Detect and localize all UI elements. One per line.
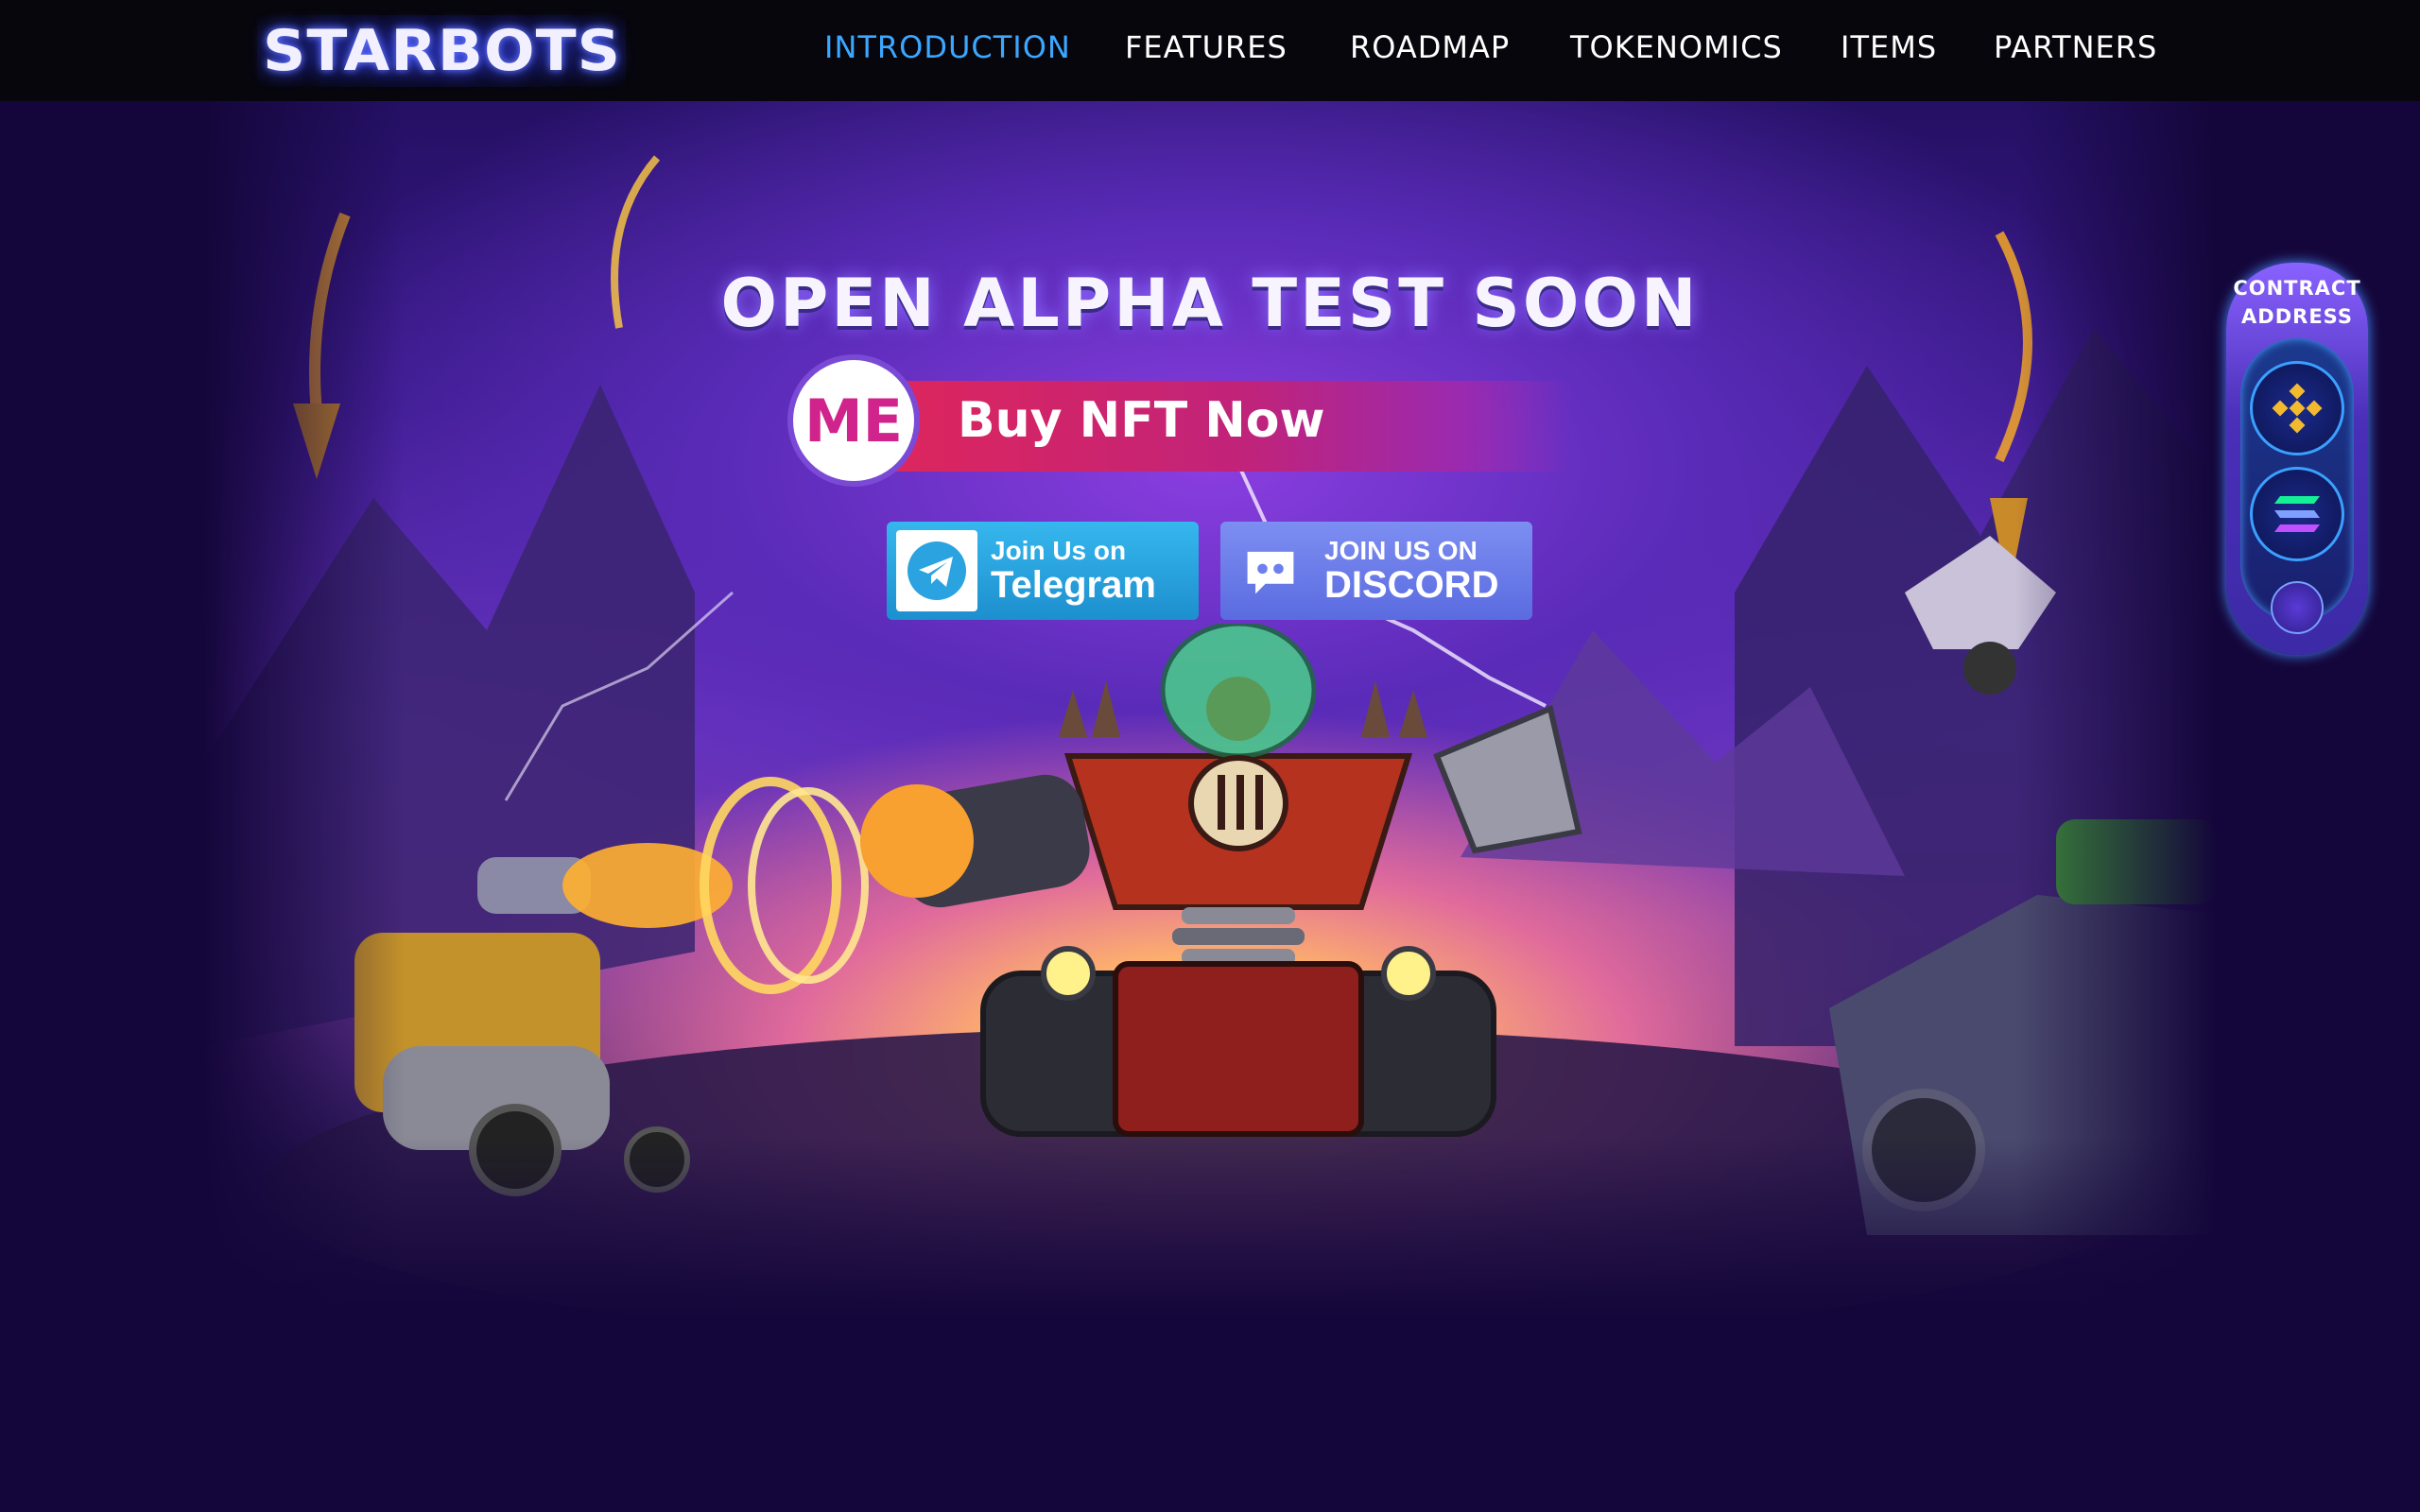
buy-nft-button[interactable]: ME Buy NFT Now — [787, 354, 1619, 487]
nav-tokenomics[interactable]: TOKENOMICS — [1570, 29, 1783, 65]
telegram-icon — [896, 530, 977, 611]
nav-roadmap[interactable]: ROADMAP — [1350, 29, 1510, 65]
discord-icon — [1230, 530, 1311, 611]
headline-open-alpha-test: OPEN ALPHA TEST SOON — [720, 265, 1700, 342]
nav-features[interactable]: FEATURES — [1125, 29, 1288, 65]
telegram-line2: Telegram — [991, 563, 1156, 606]
panel-knob — [2271, 581, 2324, 634]
discord-line2: DISCORD — [1324, 563, 1499, 606]
solana-icon[interactable] — [2250, 467, 2344, 561]
top-navigation-bar: STARBOTS INTRODUCTION FEATURES ROADMAP T… — [0, 0, 2420, 101]
contract-address-panel: CONTRACT ADDRESS — [2226, 263, 2368, 655]
contract-title-line2: ADDRESS — [2241, 305, 2353, 328]
telegram-join-button[interactable]: Join Us on Telegram — [887, 522, 1199, 620]
magic-eden-icon: ME — [787, 354, 920, 487]
nav-introduction[interactable]: INTRODUCTION — [824, 29, 1071, 65]
starbots-logo[interactable]: STARBOTS — [257, 15, 626, 87]
binance-icon[interactable] — [2250, 361, 2344, 455]
central-red-robot-illustration — [860, 624, 1582, 1137]
contract-title-line1: CONTRACT — [2233, 277, 2361, 300]
discord-join-button[interactable]: JOIN US ON DISCORD — [1220, 522, 1532, 620]
telegram-line1: Join Us on — [991, 536, 1127, 566]
buy-nft-label: Buy NFT Now — [958, 392, 1325, 449]
nav-partners[interactable]: PARTNERS — [1994, 29, 2157, 65]
discord-line1: JOIN US ON — [1324, 536, 1478, 566]
contract-address-title: CONTRACT ADDRESS — [2226, 274, 2368, 331]
logo-text: STARBOTS — [262, 18, 621, 84]
nav-items[interactable]: ITEMS — [1841, 29, 1937, 65]
